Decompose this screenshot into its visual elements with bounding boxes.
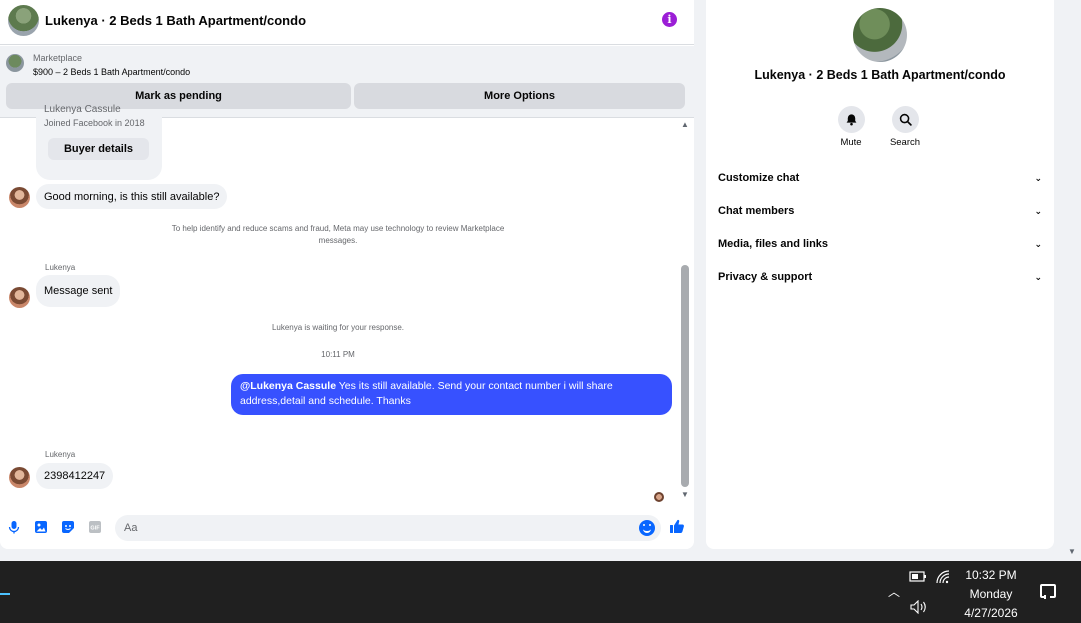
- message-input-placeholder: Aa: [124, 522, 138, 534]
- message-bubble: Message sent: [36, 275, 121, 307]
- info-icon[interactable]: i: [662, 12, 677, 27]
- scrollbar-thumb[interactable]: [681, 265, 689, 487]
- scam-notice: To help identify and reduce scams and fr…: [171, 224, 505, 245]
- message-bubble: Good morning, is this still available?: [36, 184, 228, 209]
- clock-time: 10:32 PM: [965, 568, 1017, 582]
- thumbs-up-icon[interactable]: [669, 518, 685, 534]
- chat-members-row[interactable]: Chat members ⌄: [718, 201, 1042, 221]
- seen-indicator-avatar: [654, 492, 664, 502]
- mute-button[interactable]: Mute: [826, 106, 876, 148]
- clock-day: Monday: [969, 587, 1013, 601]
- message-list: Lukenya Cassule Joined Facebook in 2018 …: [0, 104, 694, 507]
- listing-thumbnail[interactable]: [6, 54, 24, 72]
- conversation-info-panel: Lukenya · 2 Beds 1 Bath Apartment/condo …: [706, 0, 1054, 549]
- more-options-button[interactable]: More Options: [354, 83, 685, 109]
- chat-panel: Lukenya · 2 Beds 1 Bath Apartment/condo …: [0, 0, 694, 549]
- media-files-links-label: Media, files and links: [718, 238, 829, 250]
- page-scroll-down-icon[interactable]: ▼: [1068, 547, 1076, 556]
- bell-icon: [837, 106, 865, 133]
- chevron-up-icon[interactable]: ︿: [888, 583, 900, 600]
- avatar[interactable]: [9, 287, 30, 308]
- avatar[interactable]: [9, 187, 30, 208]
- sender-name: Lukenya: [45, 450, 76, 459]
- info-panel-title: Lukenya · 2 Beds 1 Bath Apartment/condo: [754, 68, 1006, 82]
- wifi-icon[interactable]: [936, 570, 952, 584]
- privacy-support-label: Privacy & support: [718, 271, 813, 283]
- message-composer: GIF Aa: [0, 511, 694, 549]
- customize-chat-row[interactable]: Customize chat ⌄: [718, 168, 1042, 188]
- mute-label: Mute: [840, 137, 862, 148]
- chat-title[interactable]: Lukenya · 2 Beds 1 Bath Apartment/condo: [45, 13, 306, 28]
- emoji-icon[interactable]: [639, 520, 655, 536]
- taskbar-app-indicator[interactable]: [0, 569, 10, 595]
- buyer-details-button[interactable]: Buyer details: [48, 138, 149, 160]
- sender-name: Lukenya: [45, 263, 76, 272]
- privacy-support-row[interactable]: Privacy & support ⌄: [718, 267, 1042, 287]
- buyer-profile-card: Lukenya Cassule Joined Facebook in 2018 …: [36, 104, 162, 180]
- chevron-down-icon: ⌄: [1034, 271, 1042, 282]
- chevron-down-icon: ⌄: [1034, 205, 1042, 216]
- buyer-joined: Joined Facebook in 2018: [44, 118, 145, 128]
- battery-icon[interactable]: [909, 570, 927, 583]
- image-icon[interactable]: [34, 520, 48, 534]
- sticker-icon[interactable]: [61, 520, 75, 534]
- waiting-notice: Lukenya is waiting for your response.: [271, 323, 405, 332]
- listing-avatar[interactable]: [8, 5, 39, 36]
- search-button[interactable]: Search: [880, 106, 930, 148]
- clock-date: 4/27/2026: [964, 606, 1018, 620]
- customize-chat-label: Customize chat: [718, 172, 800, 184]
- search-label: Search: [889, 137, 921, 148]
- message-input[interactable]: Aa: [115, 515, 661, 541]
- microphone-icon[interactable]: [7, 520, 21, 534]
- chat-members-label: Chat members: [718, 205, 795, 217]
- chat-header: Lukenya · 2 Beds 1 Bath Apartment/condo …: [0, 0, 694, 45]
- gif-icon[interactable]: GIF: [88, 520, 102, 534]
- avatar[interactable]: [9, 467, 30, 488]
- windows-taskbar: ︿ 10:32 PM Monday 4/27/2026: [0, 561, 1081, 623]
- volume-icon[interactable]: [910, 600, 928, 614]
- outgoing-message-bubble: @Lukenya Cassule Yes its still available…: [231, 374, 672, 415]
- chevron-down-icon: ⌄: [1034, 238, 1042, 249]
- search-icon: [891, 106, 919, 133]
- marketplace-label: Marketplace: [33, 53, 83, 63]
- chevron-down-icon: ⌄: [1034, 172, 1042, 183]
- chat-scrollbar[interactable]: ▲ ▼: [680, 120, 690, 504]
- timestamp: 10:11 PM: [321, 350, 355, 359]
- media-files-links-row[interactable]: Media, files and links ⌄: [718, 234, 1042, 254]
- listing-image[interactable]: [853, 8, 907, 62]
- scroll-down-arrow-icon[interactable]: ▼: [681, 490, 689, 499]
- scroll-up-arrow-icon[interactable]: ▲: [681, 120, 689, 129]
- listing-price-title[interactable]: $900 – 2 Beds 1 Bath Apartment/condo: [33, 67, 190, 77]
- message-bubble: 2398412247: [36, 463, 114, 489]
- mention[interactable]: @Lukenya Cassule: [240, 380, 336, 392]
- notification-center-icon[interactable]: [1040, 584, 1056, 599]
- system-clock[interactable]: 10:32 PM Monday 4/27/2026: [958, 566, 1024, 623]
- buyer-name: Lukenya Cassule: [44, 104, 121, 115]
- svg-text:GIF: GIF: [90, 526, 100, 532]
